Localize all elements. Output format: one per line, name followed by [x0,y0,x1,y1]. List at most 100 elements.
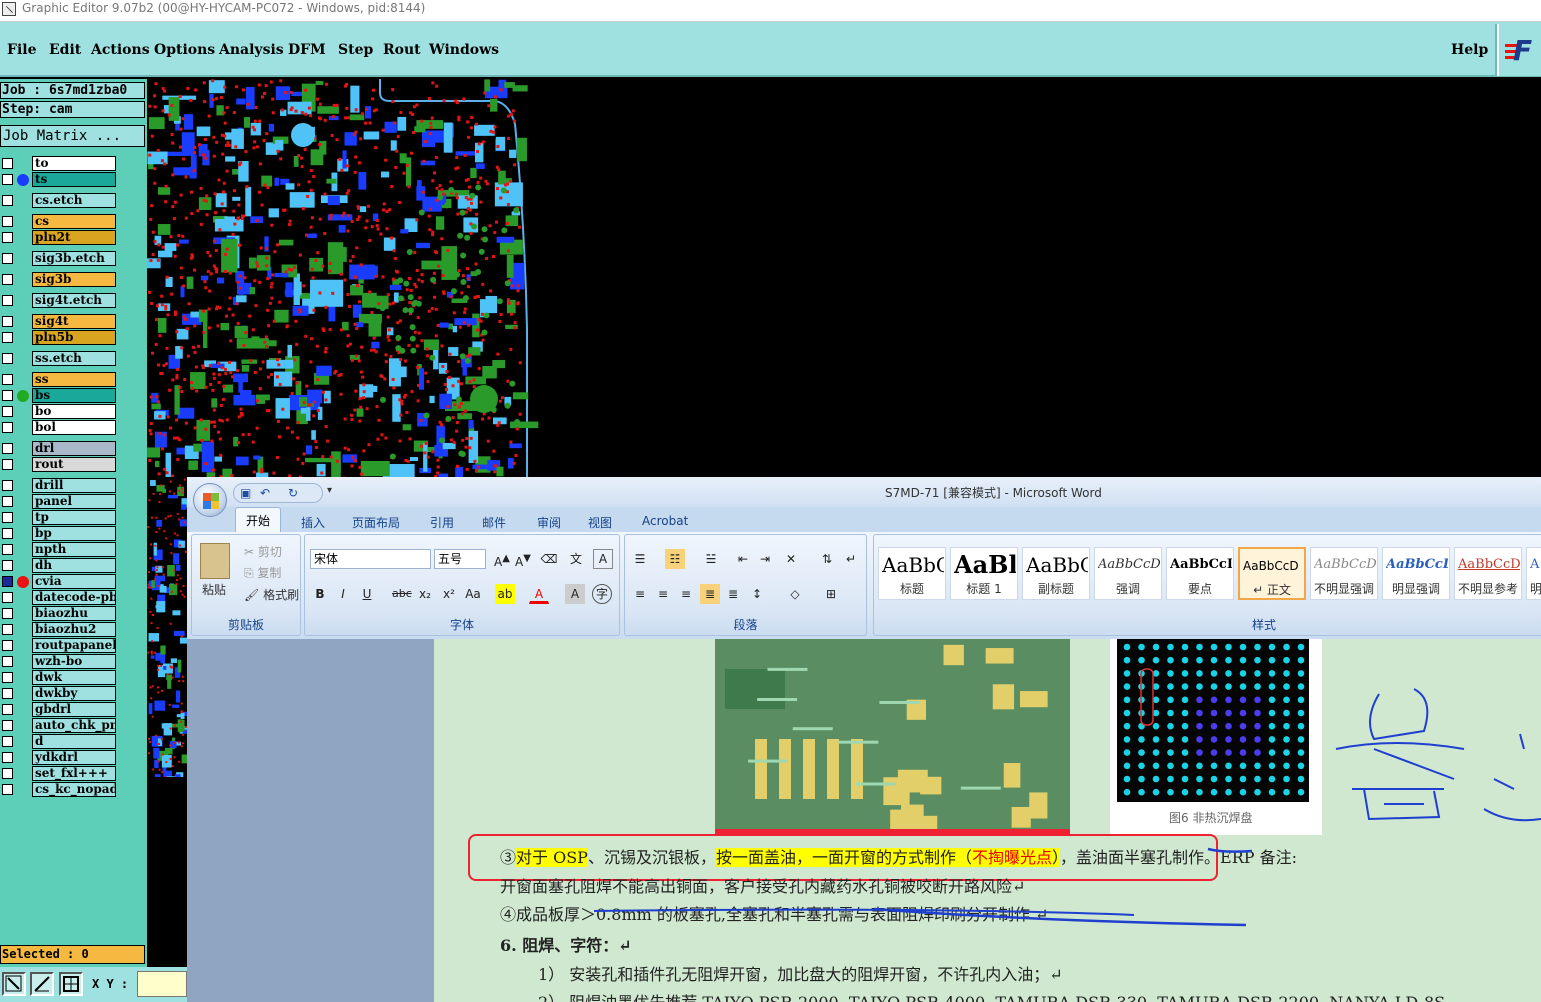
shading-icon[interactable]: ◇ [785,584,805,604]
multilevel-list-icon[interactable]: ☱ [701,549,721,569]
menu-edit[interactable]: Edit [49,42,81,58]
layer-row[interactable]: set_fxl+++ [0,766,120,781]
phonetic-icon[interactable]: 文 [566,549,586,569]
layer-row[interactable]: to [0,156,120,171]
tab-insert[interactable]: 插入 [301,514,325,531]
layer-name[interactable]: bo [32,404,116,419]
menu-step[interactable]: Step [338,42,373,58]
line-spacing-icon[interactable]: ↕ [747,584,767,604]
layer-name[interactable]: dwk [32,670,116,685]
layer-name[interactable]: drl [32,441,116,456]
layer-row[interactable]: biaozhu2 [0,622,120,637]
layer-row[interactable]: drill [0,478,120,493]
layer-row[interactable]: sig3b [0,272,120,287]
enclose-char-icon[interactable]: 字 [592,584,612,604]
job-matrix-button[interactable]: Job Matrix ... [0,125,145,147]
layer-row[interactable]: auto_chk_pnl [0,718,120,733]
layer-checkbox[interactable] [2,443,13,454]
layer-name[interactable]: cs [32,214,116,229]
style-item[interactable]: AaBbC 副标题 [1022,547,1090,600]
menu-analysis[interactable]: Analysis [219,42,284,58]
layer-row[interactable]: cs.etch [0,193,120,208]
subscript-icon[interactable]: x₂ [415,584,435,604]
pcb-canvas-lower[interactable] [147,477,187,777]
layer-name[interactable]: npth [32,542,116,557]
layer-name[interactable]: dh [32,558,116,573]
layer-checkbox[interactable] [2,232,13,243]
tab-review[interactable]: 审阅 [537,514,561,531]
shrink-font-icon[interactable]: A▼ [513,549,533,569]
layer-row[interactable]: wzh-bo [0,654,120,669]
style-item[interactable]: AaBbCcD 要点 [1166,547,1234,600]
layer-name[interactable]: ydkdrl [32,750,116,765]
layer-checkbox[interactable] [2,332,13,343]
layer-row[interactable]: ydkdrl [0,750,120,765]
layer-row[interactable]: pln5b [0,330,120,345]
layer-checkbox[interactable] [2,274,13,285]
layer-name[interactable]: pln2t [32,230,116,245]
layer-row[interactable]: pln2t [0,230,120,245]
layer-name[interactable]: bol [32,420,116,435]
cut-button[interactable]: ✂ 剪切 [244,543,282,560]
style-item[interactable]: AaBbC 标题 [878,547,946,600]
layer-checkbox[interactable] [2,512,13,523]
font-color-icon[interactable]: A [529,584,549,604]
redo-icon[interactable]: ↻ [288,486,298,500]
layer-name[interactable]: bp [32,526,116,541]
layer-row[interactable]: ts [0,172,120,187]
layer-checkbox[interactable] [2,353,13,364]
layer-checkbox[interactable] [2,560,13,571]
layer-row[interactable]: d [0,734,120,749]
layer-checkbox[interactable] [2,459,13,470]
layer-display-dot[interactable] [17,390,29,402]
layer-row[interactable]: gbdrl [0,702,120,717]
copy-button[interactable]: ⎘ 复制 [244,564,281,581]
layer-name[interactable]: auto_chk_pnl [32,718,116,733]
style-item[interactable]: AaBbCcD 明显强调 [1382,547,1450,600]
align-center-icon[interactable]: ≡ [653,584,673,604]
layer-checkbox[interactable] [2,704,13,715]
layer-name[interactable]: routpapanelb [32,638,116,653]
bullets-icon[interactable]: ☰ [630,549,650,569]
style-item[interactable]: AaBbCcD ↵ 正文 [1238,547,1306,600]
layer-checkbox[interactable] [2,174,13,185]
align-right-icon[interactable]: ≡ [676,584,696,604]
layer-name[interactable]: cvia [32,574,116,589]
layer-checkbox[interactable] [2,624,13,635]
menu-file[interactable]: File [7,42,36,58]
layer-checkbox[interactable] [2,688,13,699]
bold-icon[interactable]: B [310,584,330,604]
tab-mailings[interactable]: 邮件 [482,514,506,531]
layer-checkbox[interactable] [2,253,13,264]
layer-name[interactable]: ss.etch [32,351,116,366]
layer-checkbox[interactable] [2,608,13,619]
layer-name[interactable]: cs.etch [32,193,116,208]
layer-checkbox[interactable] [2,216,13,227]
layer-checkbox[interactable] [2,544,13,555]
layer-checkbox[interactable] [2,784,13,795]
borders-icon[interactable]: ⊞ [821,584,841,604]
layer-checkbox[interactable] [2,752,13,763]
style-item[interactable]: AaBbCcD 不明显强调 [1310,547,1378,600]
layer-row[interactable]: bol [0,420,120,435]
align-left-icon[interactable]: ≡ [630,584,650,604]
layer-row[interactable]: rout [0,457,120,472]
tab-view[interactable]: 视图 [588,514,612,531]
increase-indent-icon[interactable]: ⇥ [755,549,775,569]
layer-checkbox[interactable] [2,528,13,539]
layer-row[interactable]: ss [0,372,120,387]
tab-acrobat[interactable]: Acrobat [642,514,688,528]
layer-row[interactable]: sig4t.etch [0,293,120,308]
style-item[interactable]: AaBbCcD 强调 [1094,547,1162,600]
font-size-select[interactable]: 五号 [434,549,486,569]
layer-display-dot[interactable] [17,174,29,186]
menu-actions[interactable]: Actions [91,42,150,58]
layer-checkbox[interactable] [2,656,13,667]
layer-name[interactable]: panel [32,494,116,509]
grid-button[interactable] [59,972,83,996]
paste-icon[interactable] [200,543,230,579]
distribute-icon[interactable]: ≣ [723,584,743,604]
tab-references[interactable]: 引用 [430,514,454,531]
layer-checkbox[interactable] [2,480,13,491]
document-page[interactable]: 图6 非热沉焊盘 ③对于 OSP、沉锡及沉银板，按一面盖油，一面开窗的方式制作（… [434,639,1541,1002]
